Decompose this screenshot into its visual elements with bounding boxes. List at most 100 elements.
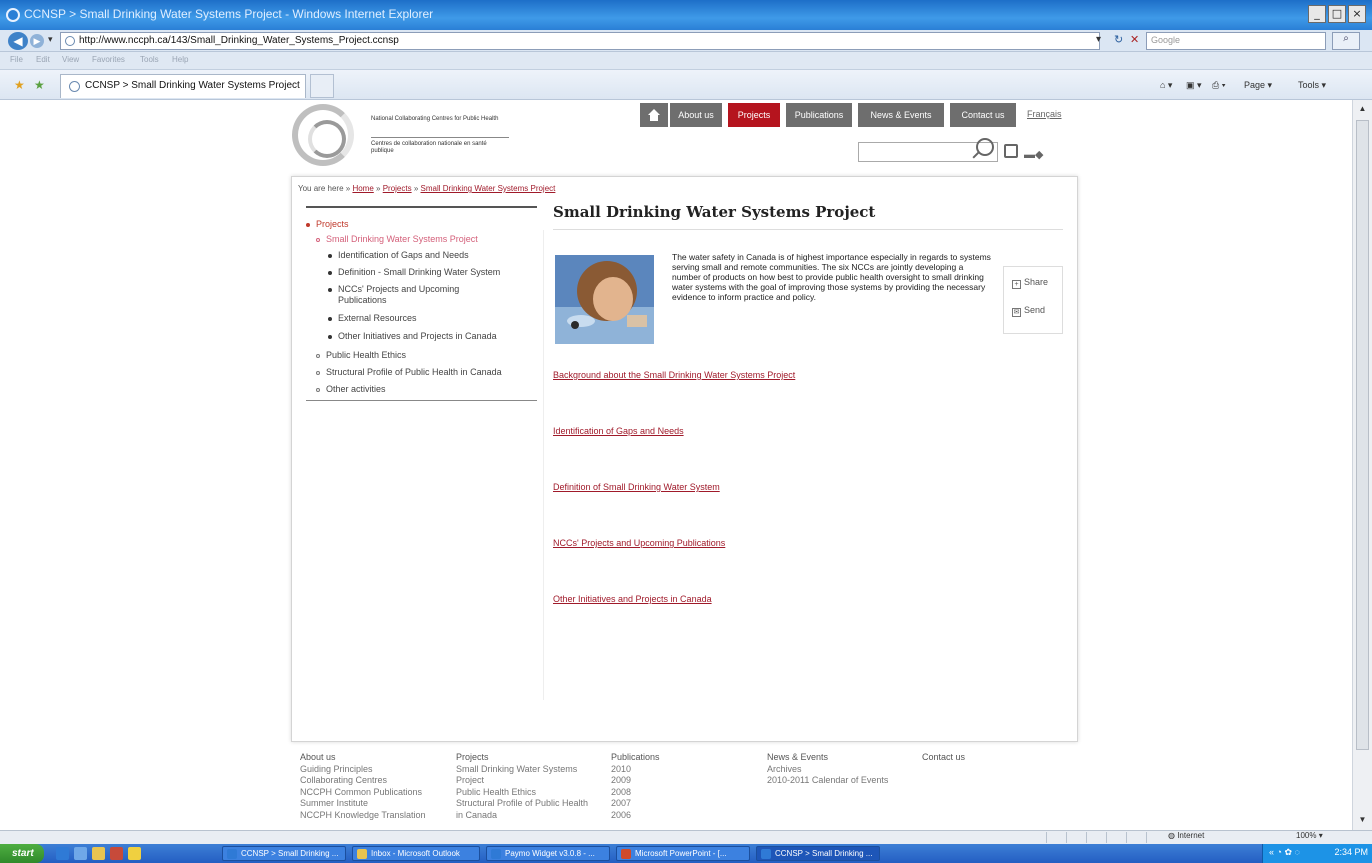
add-favorites-icon[interactable]: ★ — [34, 78, 45, 92]
footer-heading[interactable]: Publications — [611, 752, 660, 764]
footer-heading[interactable]: Projects — [456, 752, 588, 764]
footer-link[interactable]: Collaborating Centres — [300, 775, 426, 787]
footer-link[interactable]: 2010 — [611, 764, 660, 776]
footer-heading[interactable]: Contact us — [922, 752, 965, 764]
share-button[interactable]: + Share — [1012, 277, 1048, 289]
close-button[interactable]: × — [1348, 5, 1366, 23]
magnifier-icon[interactable] — [976, 138, 994, 156]
ie-quicklaunch-icon[interactable] — [56, 847, 69, 860]
folder-quicklaunch-icon[interactable] — [92, 847, 105, 860]
home-cmd-icon[interactable]: ⌂ ▾ — [1160, 80, 1172, 91]
nav-contact-us[interactable]: Contact us — [950, 103, 1016, 127]
footer-link[interactable]: 2009 — [611, 775, 660, 787]
menu-view[interactable]: View — [62, 55, 79, 64]
sidenav-sub-definition[interactable]: Definition - Small Drinking Water System — [328, 266, 500, 278]
footer-link[interactable]: Summer Institute — [300, 798, 426, 810]
url-field[interactable]: http://www.nccph.ca/143/Small_Drinking_W… — [60, 32, 1100, 50]
footer-heading[interactable]: News & Events — [767, 752, 888, 764]
footer-link[interactable]: 2006 — [611, 810, 660, 822]
messenger-quicklaunch-icon[interactable] — [128, 847, 141, 860]
footer-link[interactable]: 2010-2011 Calendar of Events — [767, 775, 888, 787]
taskbar-button[interactable]: Microsoft PowerPoint - [... — [616, 846, 750, 861]
sidenav-sub-external[interactable]: External Resources — [328, 312, 417, 324]
nav-projects[interactable]: Projects — [728, 103, 780, 127]
text-size-icon[interactable]: ▬◆ — [1024, 148, 1043, 161]
footer-heading[interactable]: About us — [300, 752, 426, 764]
breadcrumb-current[interactable]: Small Drinking Water Systems Project — [421, 184, 556, 193]
breadcrumb-home[interactable]: Home — [352, 184, 373, 193]
sidenav-sub-gaps[interactable]: Identification of Gaps and Needs — [328, 249, 469, 261]
footer-link[interactable]: 2008 — [611, 787, 660, 799]
start-button[interactable]: start — [0, 844, 44, 863]
taskbar-button[interactable]: Inbox - Microsoft Outlook — [352, 846, 480, 861]
sidenav-item-structural[interactable]: Structural Profile of Public Health in C… — [316, 366, 502, 378]
taskbar-button-active[interactable]: CCNSP > Small Drinking ... — [756, 846, 880, 861]
menu-tools[interactable]: Tools — [140, 55, 159, 64]
taskbar-button[interactable]: CCNSP > Small Drinking ... — [222, 846, 346, 861]
footer-link[interactable]: Structural Profile of Public Health — [456, 798, 588, 810]
footer-link[interactable]: Small Drinking Water Systems — [456, 764, 588, 776]
sidenav-item-projects[interactable]: Projects — [306, 218, 349, 230]
clock[interactable]: 2:34 PM — [1334, 847, 1368, 857]
link-other-initiatives[interactable]: Other Initiatives and Projects in Canada — [553, 594, 712, 604]
sidenav-item-sdws[interactable]: Small Drinking Water Systems Project — [316, 233, 478, 245]
menu-edit[interactable]: Edit — [36, 55, 50, 64]
home-nav-button[interactable] — [640, 103, 668, 127]
taskbar-button[interactable]: Paymo Widget v3.0.8 - ... — [486, 846, 610, 861]
sidenav-item-other[interactable]: Other activities — [316, 383, 386, 395]
desktop-quicklaunch-icon[interactable] — [74, 847, 87, 860]
browser-search-input[interactable]: Google — [1146, 32, 1326, 50]
forward-arrow-icon[interactable]: ▶ — [30, 34, 44, 48]
stop-icon[interactable]: ✕ — [1130, 33, 1139, 46]
breadcrumb-projects[interactable]: Projects — [383, 184, 412, 193]
scroll-up-icon[interactable]: ▲ — [1357, 104, 1368, 115]
print-icon[interactable] — [1004, 144, 1018, 158]
footer-link[interactable]: NCCPH Common Publications — [300, 787, 426, 799]
search-icon[interactable]: ⌕ — [1332, 32, 1360, 50]
menu-file[interactable]: File — [10, 55, 23, 64]
history-dropdown-icon[interactable]: ▾ — [48, 34, 53, 45]
back-arrow-icon[interactable]: ◀ — [8, 32, 28, 50]
vertical-scrollbar[interactable]: ▲ ▼ — [1352, 100, 1372, 830]
tab-active[interactable]: CCNSP > Small Drinking Water Systems Pro… — [60, 74, 306, 98]
footer-link[interactable]: 2007 — [611, 798, 660, 810]
menu-help[interactable]: Help — [172, 55, 188, 64]
sidenav-sub-nccs-publications[interactable]: Publications — [338, 294, 387, 306]
footer-link[interactable]: NCCPH Knowledge Translation — [300, 810, 426, 822]
link-gaps-needs[interactable]: Identification of Gaps and Needs — [553, 426, 684, 436]
link-definition[interactable]: Definition of Small Drinking Water Syste… — [553, 482, 720, 492]
footer-link[interactable]: Archives — [767, 764, 888, 776]
sidenav-sub-other-initiatives[interactable]: Other Initiatives and Projects in Canada — [328, 330, 497, 342]
refresh-icon[interactable]: ↻ — [1114, 33, 1123, 46]
nav-news-events[interactable]: News & Events — [858, 103, 944, 127]
nccph-logo-icon[interactable] — [292, 104, 354, 166]
send-button[interactable]: ✉ Send — [1012, 305, 1045, 317]
link-background[interactable]: Background about the Small Drinking Wate… — [553, 370, 795, 380]
maximize-button[interactable]: □ — [1328, 5, 1346, 23]
minimize-button[interactable]: _ — [1308, 5, 1326, 23]
security-zone[interactable]: ◍ Internet — [1168, 831, 1204, 840]
footer-link[interactable]: in Canada — [456, 810, 588, 822]
menu-favorites[interactable]: Favorites — [92, 55, 125, 64]
tools-menu[interactable]: Tools ▾ — [1298, 80, 1326, 91]
go-dropdown-icon[interactable]: ▾ — [1096, 34, 1101, 45]
print-cmd-icon[interactable]: ⎙ ▾ — [1212, 80, 1225, 91]
link-nccs-projects[interactable]: NCCs' Projects and Upcoming Publications — [553, 538, 725, 548]
footer-link[interactable]: Project — [456, 775, 588, 787]
feeds-icon[interactable]: ▣ ▾ — [1186, 80, 1202, 91]
scroll-down-icon[interactable]: ▼ — [1357, 815, 1368, 826]
nav-publications[interactable]: Publications — [786, 103, 852, 127]
francais-link[interactable]: Français — [1027, 109, 1062, 119]
sidenav-label: Other Initiatives and Projects in Canada — [338, 331, 497, 341]
footer-link[interactable]: Public Health Ethics — [456, 787, 588, 799]
app-quicklaunch-icon[interactable] — [110, 847, 123, 860]
favorites-star-icon[interactable]: ★ — [14, 78, 25, 92]
zoom-control[interactable]: 100% ▾ — [1296, 831, 1323, 840]
page-menu[interactable]: Page ▾ — [1244, 80, 1272, 91]
sidenav-item-ethics[interactable]: Public Health Ethics — [316, 349, 406, 361]
nav-about-us[interactable]: About us — [670, 103, 722, 127]
tray-icons[interactable]: « ◔ ✿ ◌ — [1269, 847, 1300, 858]
footer-link[interactable]: Guiding Principles — [300, 764, 426, 776]
new-tab-button[interactable] — [310, 74, 334, 98]
scroll-thumb[interactable] — [1356, 120, 1369, 750]
